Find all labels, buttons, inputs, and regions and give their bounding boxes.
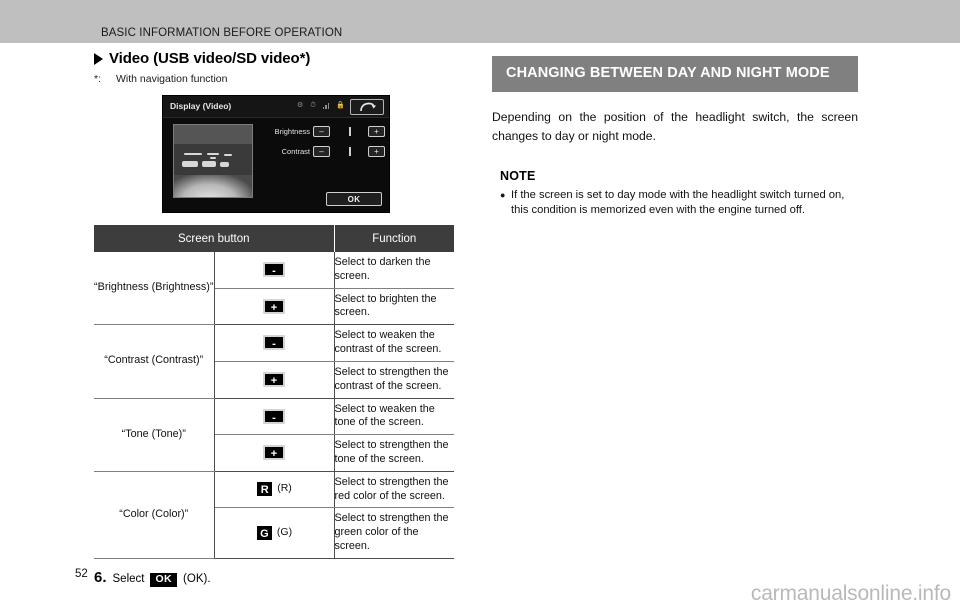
ok-key-icon[interactable]: OK: [150, 572, 178, 588]
green-key-icon[interactable]: G: [255, 524, 273, 541]
running-header-text: BASIC INFORMATION BEFORE OPERATION: [101, 27, 343, 39]
screen-button-cell[interactable]: R (R): [214, 471, 335, 509]
screen-button-cell[interactable]: G (G): [214, 507, 335, 559]
footnote-text: With navigation function: [116, 73, 228, 85]
screen-button-function-table: Screen button Function “Brightness (Brig…: [94, 225, 454, 559]
function-cell: Select to strengthen the tone of the scr…: [334, 434, 454, 472]
table-header-row: Screen button Function: [94, 225, 454, 252]
device-screen-title: Display (Video): [170, 101, 232, 111]
running-header-bar: BASIC INFORMATION BEFORE OPERATION: [0, 0, 960, 43]
device-ok-button[interactable]: OK: [326, 192, 382, 206]
contrast-label: Contrast: [281, 147, 310, 156]
gear-icon: ⚙: [297, 102, 304, 109]
green-key-caption: (G): [276, 525, 293, 538]
table-row: “Brightness (Brightness)” - Select to da…: [94, 252, 454, 326]
device-controls: Brightness – + Contrast – +: [267, 124, 385, 164]
brightness-slider[interactable]: [334, 127, 364, 136]
signal-bars-icon: [322, 102, 330, 109]
plus-key-icon[interactable]: +: [263, 445, 285, 461]
contrast-minus-button[interactable]: –: [313, 146, 330, 157]
device-video-preview: [173, 124, 253, 198]
step-number: 6.: [94, 568, 107, 586]
triangle-bullet-icon: [94, 53, 103, 65]
contrast-slider[interactable]: [334, 147, 364, 156]
column-header-screen-button: Screen button: [94, 225, 335, 252]
row-group-label: “Brightness (Brightness)”: [94, 252, 215, 326]
table-row: “Color (Color)” R (R) Select to strength…: [94, 471, 454, 559]
contrast-plus-button[interactable]: +: [368, 146, 385, 157]
minus-key-icon[interactable]: -: [263, 408, 285, 424]
note-item-text: If the screen is set to day mode with th…: [511, 188, 845, 217]
brightness-control-row: Brightness – +: [267, 124, 385, 139]
section-title-bar: CHANGING BETWEEN DAY AND NIGHT MODE: [492, 56, 858, 93]
screen-button-cell[interactable]: -: [214, 324, 335, 362]
note-list-item: ● If the screen is set to day mode with …: [492, 188, 858, 219]
contrast-control-row: Contrast – +: [267, 144, 385, 159]
red-key-caption: (R): [277, 482, 292, 495]
row-group-label: “Contrast (Contrast)”: [94, 324, 215, 399]
row-group-label: “Color (Color)”: [94, 471, 215, 559]
brightness-label: Brightness: [274, 127, 310, 136]
device-screen-illustration: Display (Video) ⚙ ⏱ 🔒 Brightness – + Con…: [162, 95, 390, 213]
subheading: Video (USB video/SD video*): [94, 50, 458, 67]
lock-icon: 🔒: [336, 102, 345, 109]
step-text-before: Select: [112, 572, 145, 585]
screen-button-cell[interactable]: +: [214, 361, 335, 399]
function-cell: Select to strengthen the red color of th…: [334, 471, 454, 509]
left-column: Video (USB video/SD video*) *: With navi…: [94, 50, 458, 588]
function-cell: Select to strengthen the contrast of the…: [334, 361, 454, 399]
screen-button-cell[interactable]: +: [214, 434, 335, 472]
screen-button-cell[interactable]: -: [214, 398, 335, 436]
step-text-after: (OK).: [183, 572, 211, 585]
brightness-plus-button[interactable]: +: [368, 126, 385, 137]
bullet-icon: ●: [500, 189, 506, 200]
screen-button-cell[interactable]: -: [214, 252, 335, 289]
back-arrow-icon[interactable]: [350, 99, 384, 115]
minus-key-icon[interactable]: -: [263, 335, 285, 351]
note-block: NOTE ● If the screen is set to day mode …: [492, 169, 858, 219]
minus-key-icon[interactable]: -: [263, 262, 285, 278]
table-row: “Tone (Tone)” - Select to weaken the ton…: [94, 398, 454, 472]
right-column: CHANGING BETWEEN DAY AND NIGHT MODE Depe…: [492, 56, 858, 219]
clock-icon: ⏱: [310, 102, 316, 109]
step-6: 6. Select OK (OK).: [94, 569, 458, 588]
function-cell: Select to brighten the screen.: [334, 288, 454, 326]
page-number: 52: [75, 568, 88, 580]
plus-key-icon[interactable]: +: [263, 298, 285, 314]
function-cell: Select to strengthen the green color of …: [334, 507, 454, 559]
footnote: *: With navigation function: [94, 73, 458, 85]
brightness-minus-button[interactable]: –: [313, 126, 330, 137]
plus-key-icon[interactable]: +: [263, 372, 285, 388]
screen-button-cell[interactable]: +: [214, 288, 335, 326]
table-row: “Contrast (Contrast)” - Select to weaken…: [94, 324, 454, 399]
subheading-text: Video (USB video/SD video*): [109, 50, 311, 67]
footnote-marker: *:: [94, 73, 102, 85]
section-paragraph: Depending on the position of the headlig…: [492, 110, 858, 144]
row-group-label: “Tone (Tone)”: [94, 398, 215, 472]
note-title: NOTE: [500, 168, 536, 183]
function-cell: Select to weaken the tone of the screen.: [334, 398, 454, 436]
function-cell: Select to darken the screen.: [334, 252, 454, 289]
column-header-function: Function: [334, 225, 454, 252]
function-cell: Select to weaken the contrast of the scr…: [334, 324, 454, 362]
device-status-icons: ⚙ ⏱ 🔒: [297, 102, 345, 109]
red-key-icon[interactable]: R: [256, 481, 274, 498]
watermark: carmanualsonline.info: [750, 582, 951, 605]
